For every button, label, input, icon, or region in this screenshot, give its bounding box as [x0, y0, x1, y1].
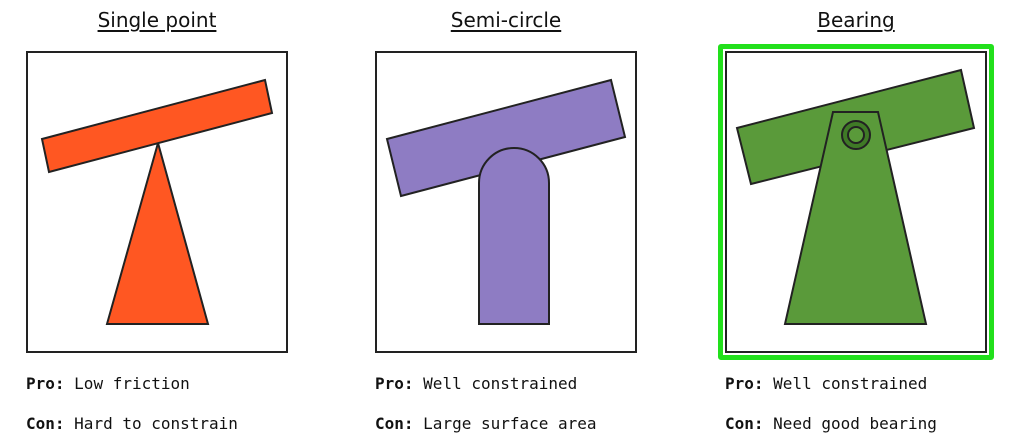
diagram-panel: [725, 51, 987, 353]
con-text: Hard to constrain: [74, 414, 238, 433]
con-text: Need good bearing: [773, 414, 937, 433]
bearing-hole: [847, 126, 865, 144]
column-title: Semi-circle: [450, 8, 562, 32]
column-title: Single point: [97, 8, 217, 32]
pro-label: Pro:: [725, 374, 764, 393]
pro-label: Pro:: [26, 374, 65, 393]
semi-circle-support: [478, 147, 550, 325]
pro-text: Well constrained: [773, 374, 928, 393]
single-point-diagram: [40, 78, 274, 325]
pro-note: Pro: Well constrained: [725, 374, 927, 393]
column-bearing: Bearing Pro: Well constrained Con: Need …: [718, 0, 1015, 444]
con-note: Con: Hard to constrain: [26, 414, 238, 433]
column-single-point: Single point Pro: Low friction Con: Hard…: [26, 0, 326, 444]
pivot-triangle: [105, 139, 210, 325]
pro-text: Well constrained: [423, 374, 578, 393]
pro-label: Pro:: [375, 374, 414, 393]
pro-text: Low friction: [74, 374, 190, 393]
con-label: Con:: [375, 414, 414, 433]
diagram-panel: [375, 51, 637, 353]
con-label: Con:: [725, 414, 764, 433]
con-note: Con: Need good bearing: [725, 414, 937, 433]
bearing-diagram: [735, 68, 976, 325]
con-text: Large surface area: [423, 414, 597, 433]
pro-note: Pro: Low friction: [26, 374, 190, 393]
column-semi-circle: Semi-circle Pro: Well constrained Con: L…: [375, 0, 675, 444]
column-title: Bearing: [817, 8, 895, 32]
con-note: Con: Large surface area: [375, 414, 597, 433]
pro-note: Pro: Well constrained: [375, 374, 577, 393]
con-label: Con:: [26, 414, 65, 433]
diagram-panel: [26, 51, 288, 353]
semi-circle-diagram: [385, 78, 627, 325]
